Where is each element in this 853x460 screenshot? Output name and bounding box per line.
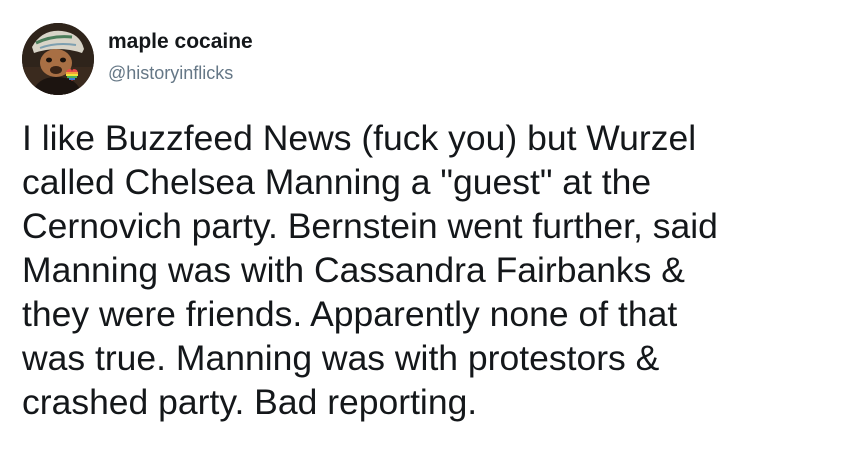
- tweet-text-line: was true. Manning was with protestors &: [22, 338, 660, 378]
- display-name[interactable]: maple cocaine: [108, 30, 253, 54]
- tweet-text-line: called Chelsea Manning a "guest" at the: [22, 162, 652, 202]
- avatar[interactable]: [22, 23, 94, 95]
- tweet-text-line: Manning was with Cassandra Fairbanks &: [22, 250, 685, 290]
- tweet-text: I like Buzzfeed News (fuck you) but Wurz…: [22, 116, 842, 424]
- profile-photo-icon: [22, 23, 94, 95]
- user-handle[interactable]: @historyinflicks: [108, 63, 233, 84]
- tweet-card: maple cocaine @historyinflicks I like Bu…: [0, 0, 853, 460]
- tweet-text-line: I like Buzzfeed News (fuck you) but Wurz…: [22, 118, 697, 158]
- tweet-text-line: they were friends. Apparently none of th…: [22, 294, 678, 334]
- tweet-text-line: Cernovich party. Bernstein went further,…: [22, 206, 718, 246]
- tweet-text-line: crashed party. Bad reporting.: [22, 382, 478, 422]
